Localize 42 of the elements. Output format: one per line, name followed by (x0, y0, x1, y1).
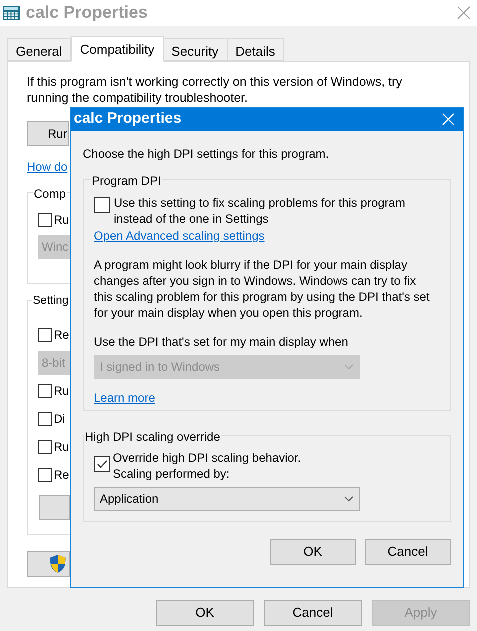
dialog-button[interactable]: Cancel (365, 539, 451, 565)
checkbox[interactable] (94, 197, 110, 213)
checkbox-label: Ru (54, 212, 70, 229)
tab[interactable]: Details (228, 38, 284, 61)
checkbox-label: Use this setting to fix scaling problems for this program instead of the one in Settings (114, 195, 406, 227)
checkbox[interactable] (38, 328, 52, 342)
window-title: calc Properties (26, 2, 148, 24)
checkbox[interactable] (38, 384, 52, 398)
checkbox[interactable] (38, 440, 52, 454)
help-link[interactable]: How do (27, 160, 68, 174)
checkbox[interactable] (94, 456, 110, 472)
dialog-button[interactable]: OK (156, 600, 254, 626)
tab[interactable]: Security (164, 38, 228, 61)
checkbox-label: Override high DPI scaling behavior. Scaling performed by: (113, 450, 302, 482)
close-icon[interactable] (457, 6, 471, 20)
check-icon (96, 460, 108, 468)
shield-icon (50, 555, 66, 573)
chevron-down-icon (344, 496, 354, 502)
checkbox-label: Di (54, 411, 66, 428)
troubleshooter-button[interactable]: Rur (27, 121, 69, 146)
description-text: A program might look blurry if the DPI for your main display changes after you sign in to Windows. Windows can try to fix this scaling problem for this program by using the DPI that's set for your main display when you open this program. (94, 257, 431, 321)
checkbox-label: Re (54, 467, 70, 484)
checkbox-label: Ru (54, 383, 70, 400)
intro-text: If this program isn't working correctly on this version of Windows, try running the compatibility troubleshooter. (27, 74, 404, 106)
dropdown-label: Use the DPI that's set for my main display when (94, 334, 350, 351)
prompt-text: Choose the high DPI settings for this program. (83, 146, 330, 163)
tab[interactable]: Compatibility (71, 36, 164, 62)
tab[interactable]: General (7, 38, 72, 61)
dialog-button[interactable]: OK (270, 539, 356, 565)
checkbox[interactable] (38, 213, 52, 227)
dropdown[interactable]: Application (94, 487, 360, 511)
dialog-title: calc Properties (74, 109, 182, 130)
checkbox[interactable] (38, 412, 52, 426)
checkbox-label: Re (54, 327, 70, 344)
change-settings-button[interactable] (27, 551, 70, 577)
dialog-button[interactable]: Cancel (264, 600, 362, 626)
calculator-icon (3, 6, 20, 20)
advanced-scaling-link[interactable]: Open Advanced scaling settings (94, 229, 265, 243)
chevron-down-icon (344, 364, 354, 370)
checkbox[interactable] (38, 468, 52, 482)
checkbox-label: Ru (54, 439, 70, 456)
learn-more-link[interactable]: Learn more (94, 391, 156, 405)
